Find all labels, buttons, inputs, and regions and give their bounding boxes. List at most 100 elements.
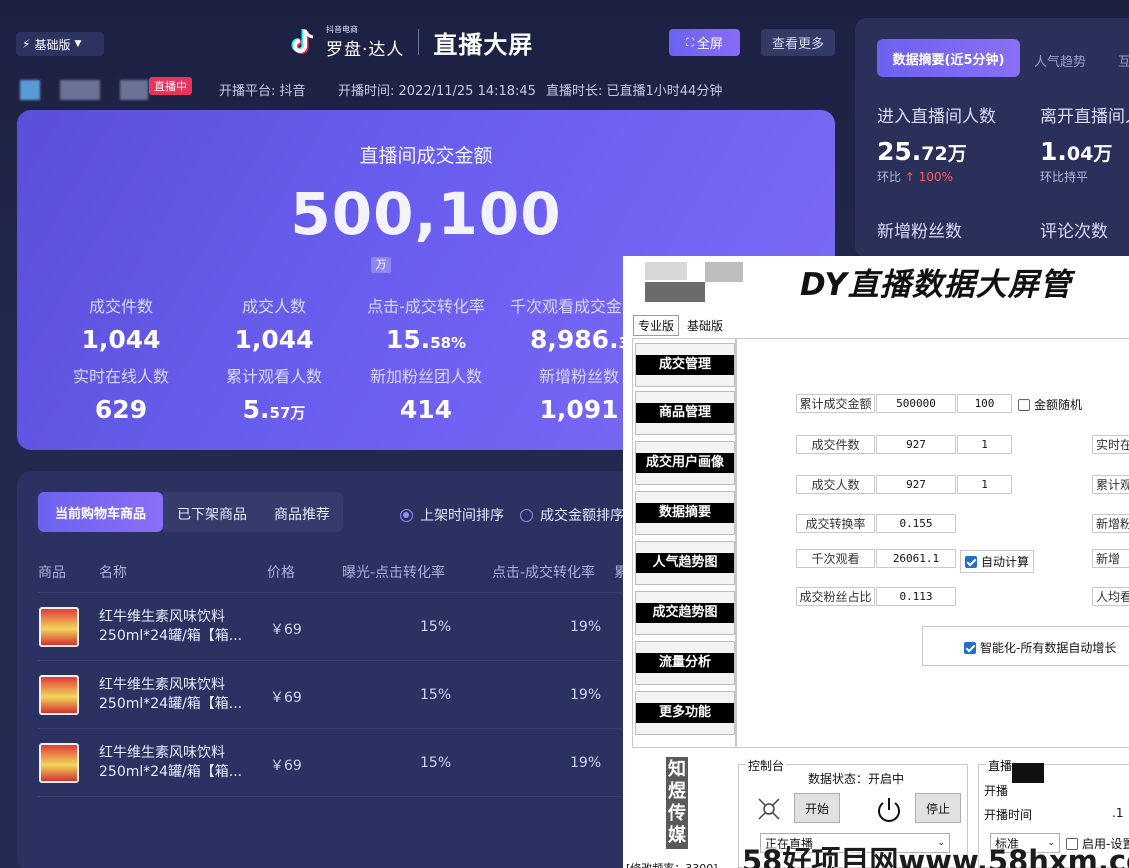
stat-online: 实时在线人数 629 (41, 363, 201, 424)
gmv-label: 直播间成交金额 (359, 145, 493, 167)
gmv-unit: 万 (371, 257, 391, 273)
divider (38, 592, 658, 593)
blurred-logo (705, 262, 743, 282)
total-amount-input[interactable]: 500000 (876, 394, 956, 413)
frequency-text: [修改频率：3300] (626, 860, 718, 868)
avatar (20, 80, 40, 100)
tab-popularity-trend[interactable]: 人气趋势 (1034, 51, 1086, 70)
field-label: 新增粉 (1092, 514, 1129, 533)
product-ctr: 15% (420, 687, 452, 703)
metric-label: 进入直播间人数 (877, 107, 996, 127)
conversion-input[interactable]: 0.155 (876, 514, 956, 533)
product-price: ￥69 (270, 758, 302, 774)
col-name: 名称 (99, 565, 127, 581)
items-sold-step-input[interactable]: 1 (957, 435, 1012, 454)
product-ctr: 15% (420, 619, 452, 635)
stat-value: 629 (94, 395, 148, 424)
watermark-text: 58好项目网www.58hxm.com (742, 844, 1129, 868)
divider (38, 728, 658, 729)
start-time-text: 开播时间: 2022/11/25 14:18:45 (338, 84, 536, 99)
random-amount-checkbox[interactable]: 金额随机 (1018, 396, 1082, 413)
platform-text: 开播平台: 抖音 (219, 84, 306, 99)
tiktok-logo-icon (288, 27, 318, 57)
metric-comments-label: 评论次数 (1040, 222, 1108, 242)
stat-label: 成交件数 (88, 297, 153, 316)
checkbox-icon (1018, 398, 1030, 411)
logo-small-text: 抖音电商 (326, 25, 358, 34)
blurred-logo (645, 282, 705, 302)
blurred-name (60, 80, 100, 100)
metric-value: 25.72万 (877, 137, 967, 166)
sort-label: 上架时间排序 (420, 508, 504, 524)
stat-label: 累计观看人数 (225, 367, 322, 386)
view-more-button[interactable]: 查看更多 (761, 29, 835, 56)
sort-by-list-time[interactable]: 上架时间排序 (400, 505, 504, 525)
stat-label: 成交人数 (241, 297, 306, 316)
logo: 抖音电商 罗盘·达人 直播大屏 (288, 24, 533, 60)
sidebar-item-data-summary[interactable]: 数据摘要 (635, 491, 735, 535)
live-time-label: 开播时间 (984, 808, 1033, 822)
tab-pro-version[interactable]: 专业版 (633, 315, 680, 336)
fullscreen-button[interactable]: ⛶ 全屏 (669, 29, 740, 56)
product-price: ￥69 (270, 690, 302, 706)
stat-conversion: 点击-成交转化率 15.58% (346, 293, 506, 354)
total-amount-step-input[interactable]: 100 (957, 394, 1012, 413)
stat-label: 点击-成交转化率 (367, 297, 485, 316)
version-select[interactable]: ⚡ 基础版 ▼ (16, 32, 104, 56)
auto-calc-checkbox[interactable]: 自动计算 (960, 550, 1035, 573)
tab-removed-products[interactable]: 已下架商品 (177, 504, 247, 524)
logo-name: 罗盘·达人 (326, 40, 405, 60)
sidebar-item-product-manage[interactable]: 商品管理 (635, 391, 735, 435)
col-price: 价格 (267, 565, 295, 581)
field-label: 累计成交金额 (796, 394, 875, 413)
sort-by-amount[interactable]: 成交金额排序 (520, 505, 624, 525)
brand-vertical: 知 煜 传 媒 (666, 757, 688, 849)
sidebar-item-more[interactable]: 更多功能 (635, 691, 735, 735)
buyers-step-input[interactable]: 1 (957, 475, 1012, 494)
tab-recommended[interactable]: 商品推荐 (274, 504, 330, 524)
sort-label: 成交金额排序 (540, 508, 624, 524)
sidebar-item-popularity[interactable]: 人气趋势图 (635, 541, 735, 585)
stat-total-viewers: 累计观看人数 5.57万 (194, 363, 354, 424)
stat-label: 新加粉丝团人数 (369, 367, 482, 386)
col-ctr: 曝光-点击转化率 (342, 565, 446, 581)
satellite-icon (756, 796, 782, 822)
sidebar-item-traffic[interactable]: 流量分析 (635, 641, 735, 685)
sidebar-item-user-profile[interactable]: 成交用户画像 (635, 441, 735, 485)
metric-value: 1.04万 (1040, 137, 1113, 166)
gmv-value: 500,100 (290, 180, 562, 248)
product-price: ￥69 (270, 622, 302, 638)
caret-down-icon: ▼ (74, 39, 82, 49)
blurred-logo (645, 262, 687, 280)
sidebar-item-deal-manage[interactable]: 成交管理 (635, 343, 735, 387)
field-label: 新增 (1092, 549, 1129, 568)
tab-data-summary[interactable]: 数据摘要(近5分钟) (877, 39, 1020, 77)
tab-interaction[interactable]: 互 (1118, 51, 1129, 70)
tab-current-cart[interactable]: 当前购物车商品 (38, 492, 163, 532)
checkbox-checked-icon (964, 641, 976, 654)
stat-value: 15.58% (385, 325, 467, 354)
items-sold-input[interactable]: 927 (876, 435, 956, 454)
per-thousand-input[interactable]: 26061.1 (876, 549, 956, 568)
product-name[interactable]: 红牛维生素风味饮料250ml*24罐/箱【箱... (99, 744, 249, 782)
version-label: 基础版 (34, 37, 71, 52)
fan-ratio-input[interactable]: 0.113 (876, 587, 956, 606)
product-cvr: 19% (570, 755, 602, 771)
metric-enter: 进入直播间人数 25.72万 环比 ↑ 100% (877, 102, 996, 185)
stat-buyers: 成交人数 1,044 (194, 293, 354, 354)
tab-basic-version[interactable]: 基础版 (682, 315, 729, 336)
product-name[interactable]: 红牛维生素风味饮料250ml*24罐/箱【箱... (99, 676, 249, 714)
power-icon (874, 796, 904, 824)
field-label: 成交粉丝占比 (796, 587, 875, 606)
stop-button[interactable]: 停止 (915, 793, 961, 823)
buyers-input[interactable]: 927 (876, 475, 956, 494)
start-button[interactable]: 开始 (794, 793, 840, 823)
sidebar-item-deal-trend[interactable]: 成交趋势图 (635, 591, 735, 635)
field-label: 累计观 (1092, 475, 1129, 494)
product-cvr: 19% (570, 619, 602, 635)
product-ctr: 15% (420, 755, 452, 771)
smart-grow-checkbox[interactable]: 智能化-所有数据自动增长 (964, 639, 1116, 656)
lightning-icon: ⚡ (22, 37, 31, 51)
product-name[interactable]: 红牛维生素风味饮料250ml*24罐/箱【箱... (99, 608, 249, 646)
duration-text: 直播时长: 已直播1小时44分钟 (546, 84, 723, 99)
